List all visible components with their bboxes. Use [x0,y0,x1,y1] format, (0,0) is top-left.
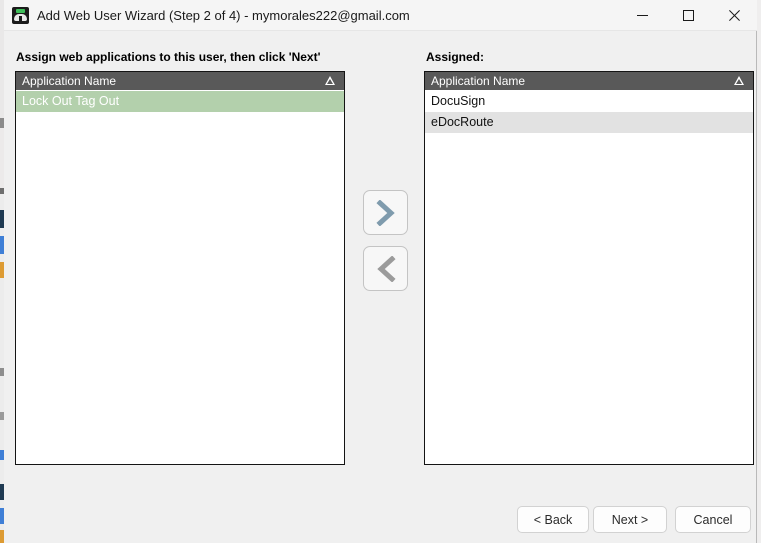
cancel-button[interactable]: Cancel [675,506,751,533]
sort-ascending-icon[interactable] [325,76,335,85]
add-web-user-wizard-window: Add Web User Wizard (Step 2 of 4) - mymo… [4,0,757,543]
available-list-body: Lock Out Tag Out [16,91,344,112]
chevron-right-icon [375,199,395,226]
screen-root: Add Web User Wizard (Step 2 of 4) - mymo… [0,0,761,543]
assign-application-button[interactable] [363,190,408,235]
list-item[interactable]: DocuSign [425,91,753,112]
column-header-label: Application Name [431,74,526,88]
list-item[interactable]: eDocRoute [425,112,753,133]
close-icon [728,10,740,21]
assigned-apps-heading: Assigned: [426,50,485,64]
title-bar: Add Web User Wizard (Step 2 of 4) - mymo… [4,0,757,31]
window-title: Add Web User Wizard (Step 2 of 4) - mymo… [37,8,410,23]
column-header-label: Application Name [22,74,117,88]
available-applications-list[interactable]: Application Name Lock Out Tag Out [15,71,345,465]
chevron-left-icon [376,255,396,282]
list-item[interactable]: Lock Out Tag Out [16,91,344,112]
window-controls [619,0,757,31]
assigned-list-column-header[interactable]: Application Name [425,72,753,91]
back-button[interactable]: < Back [517,506,589,533]
sort-ascending-icon[interactable] [734,76,744,85]
unassign-application-button[interactable] [363,246,408,291]
maximize-icon [682,10,694,21]
close-button[interactable] [711,0,757,31]
available-list-column-header[interactable]: Application Name [16,72,344,91]
next-button[interactable]: Next > [593,506,667,533]
assigned-list-body: DocuSign eDocRoute [425,91,753,133]
available-apps-heading: Assign web applications to this user, th… [16,50,321,64]
assigned-applications-list[interactable]: Application Name DocuSign eDocRoute [424,71,754,465]
minimize-button[interactable] [619,0,665,31]
maximize-button[interactable] [665,0,711,31]
minimize-icon [636,15,648,16]
hard-hat-icon [12,7,29,24]
